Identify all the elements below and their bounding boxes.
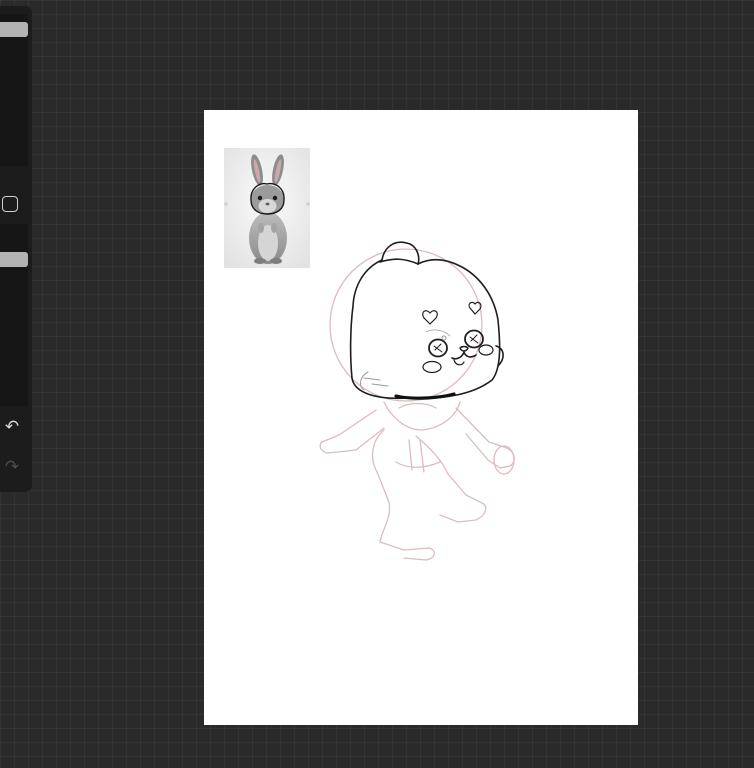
redo-button[interactable]: ↷: [1, 456, 23, 478]
opacity-slider[interactable]: [0, 224, 28, 406]
brush-size-slider-thumb[interactable]: [0, 22, 28, 37]
side-toolbar: ↶ ↷: [0, 6, 32, 492]
modify-button[interactable]: [2, 196, 18, 212]
brush-size-slider[interactable]: [0, 14, 28, 166]
redo-icon: ↷: [4, 457, 20, 477]
drawing-canvas[interactable]: [204, 110, 638, 725]
opacity-slider-thumb[interactable]: [0, 252, 28, 267]
undo-button[interactable]: ↶: [1, 416, 23, 438]
character-sketch: [319, 241, 515, 561]
undo-icon: ↶: [4, 417, 20, 437]
